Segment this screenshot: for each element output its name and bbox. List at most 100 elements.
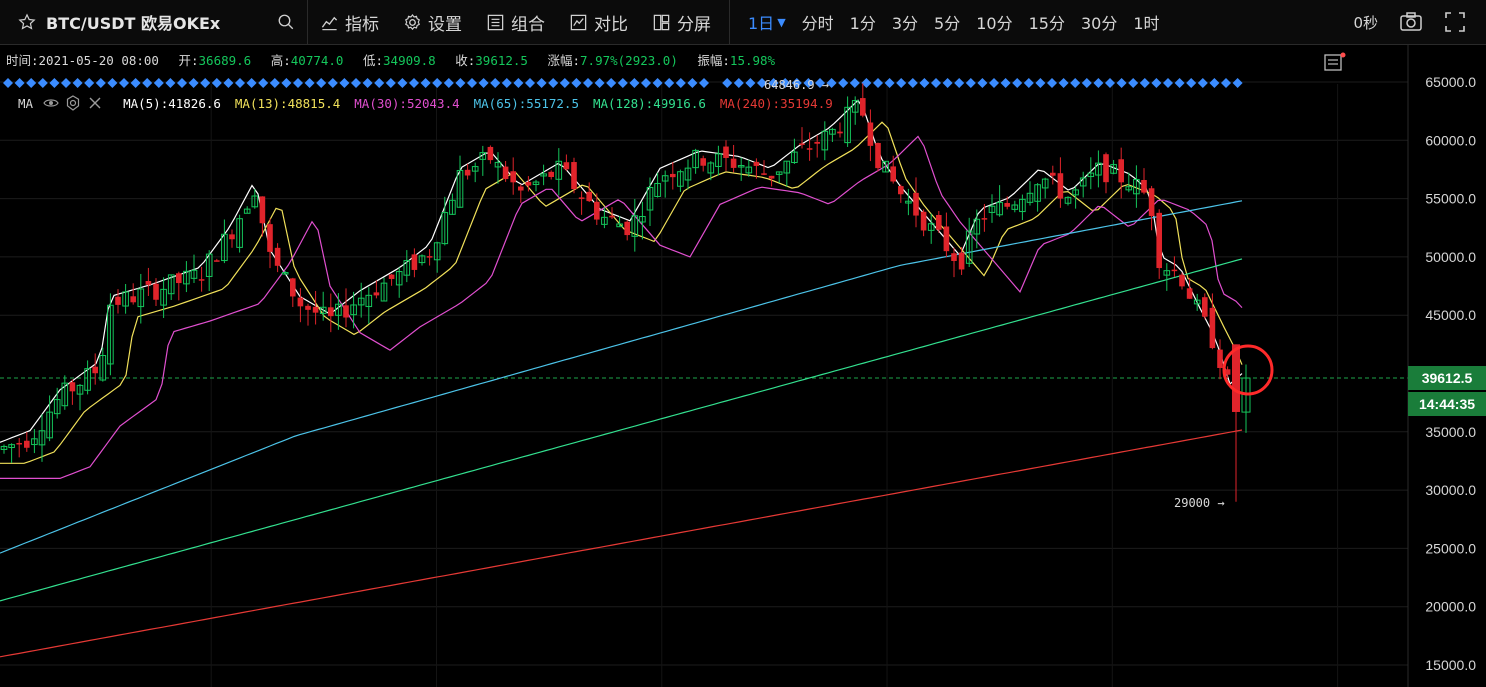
price-axis-label: 55000.0 bbox=[1425, 191, 1476, 207]
timeframe-5m[interactable]: 5分 bbox=[926, 0, 968, 44]
candle-body bbox=[860, 98, 866, 116]
signal-diamond bbox=[1081, 78, 1092, 88]
timeframe-intraday[interactable]: 分时 bbox=[794, 0, 842, 44]
price-axis-label: 45000.0 bbox=[1425, 307, 1476, 323]
candle-body bbox=[426, 256, 433, 258]
signal-diamond bbox=[629, 78, 640, 88]
signal-diamond bbox=[1139, 78, 1150, 88]
signal-diamond bbox=[896, 78, 907, 88]
signal-diamond bbox=[362, 78, 373, 88]
price-axis-label: 15000.0 bbox=[1425, 657, 1476, 673]
signal-markers bbox=[3, 78, 1243, 88]
candle-body bbox=[312, 306, 319, 313]
refresh-countdown: 0秒 bbox=[1353, 13, 1378, 32]
signal-diamond bbox=[1221, 78, 1231, 88]
symbol-name[interactable]: BTC/USDT 欧易OKEx bbox=[46, 10, 277, 34]
signal-diamond bbox=[142, 78, 153, 88]
split-screen-button[interactable]: 分屏 bbox=[640, 0, 723, 44]
candle-body bbox=[951, 253, 957, 261]
compare-icon bbox=[570, 14, 587, 30]
candle-timer-tag: 14:44:35 bbox=[1408, 392, 1486, 417]
search-icon[interactable] bbox=[277, 13, 295, 31]
ma-line-ma65 bbox=[0, 200, 1243, 554]
candle-body bbox=[69, 382, 76, 392]
candle-body bbox=[913, 192, 919, 216]
signal-diamond bbox=[919, 78, 930, 88]
signal-diamond bbox=[838, 78, 849, 88]
signal-diamond bbox=[316, 78, 327, 88]
signal-diamond bbox=[571, 78, 582, 88]
candle-body bbox=[1141, 179, 1147, 193]
timeframe-10m[interactable]: 10分 bbox=[968, 0, 1020, 44]
signal-diamond bbox=[1070, 78, 1081, 88]
signal-diamond bbox=[304, 78, 315, 88]
signal-diamond bbox=[420, 78, 431, 88]
signal-diamond bbox=[107, 78, 118, 88]
timeframe-15m[interactable]: 15分 bbox=[1021, 0, 1073, 44]
candle-body bbox=[297, 297, 304, 307]
signal-diamond bbox=[177, 78, 187, 88]
candle-body bbox=[487, 146, 494, 161]
signal-diamond bbox=[327, 78, 338, 88]
candle-body bbox=[1148, 188, 1155, 216]
candle-body bbox=[875, 142, 881, 169]
candle-body bbox=[981, 218, 988, 220]
signal-diamond bbox=[455, 78, 466, 88]
signal-diamond bbox=[246, 78, 257, 88]
signal-diamond bbox=[501, 78, 512, 88]
signal-diamond bbox=[745, 78, 756, 88]
chevron-down-icon: ▼ bbox=[777, 15, 786, 29]
signal-diamond bbox=[965, 78, 976, 88]
candle-body bbox=[274, 247, 281, 266]
timeframe-30m[interactable]: 30分 bbox=[1073, 0, 1125, 44]
candlestick-chart[interactable]: 65000.0 60000.0 55000.0 50000.0 45000.0 35000… bbox=[0, 44, 1486, 687]
layout-icon bbox=[487, 14, 504, 30]
signal-diamond bbox=[1163, 78, 1173, 88]
candle-body bbox=[761, 173, 767, 175]
compare-button[interactable]: 对比 bbox=[557, 0, 640, 44]
candle-body bbox=[16, 442, 22, 445]
signal-diamond bbox=[281, 78, 292, 88]
signal-diamond bbox=[95, 78, 106, 88]
signal-diamond bbox=[1232, 78, 1243, 88]
candle-body bbox=[145, 281, 152, 285]
indicator-icon bbox=[321, 16, 338, 30]
signal-diamond bbox=[617, 78, 628, 88]
signal-diamond bbox=[1151, 78, 1162, 88]
candle-body bbox=[1209, 307, 1216, 349]
signal-diamond bbox=[652, 78, 663, 88]
candle-body bbox=[1171, 269, 1178, 272]
candle-body bbox=[768, 175, 775, 179]
signal-diamond bbox=[1093, 78, 1104, 88]
timeframe-1d[interactable]: 1日 ▼ bbox=[740, 0, 794, 44]
ma-line-ma13 bbox=[0, 121, 1243, 464]
signal-diamond bbox=[258, 78, 269, 88]
settings-button[interactable]: 设置 bbox=[391, 0, 474, 44]
indicators-button[interactable]: 指标 bbox=[308, 0, 391, 44]
camera-icon[interactable] bbox=[1398, 9, 1424, 35]
candle-body bbox=[525, 181, 532, 186]
star-icon[interactable] bbox=[18, 13, 36, 31]
signal-diamond bbox=[884, 78, 895, 88]
symbol-selector[interactable]: BTC/USDT 欧易OKEx bbox=[0, 0, 308, 44]
candle-body bbox=[1179, 274, 1185, 287]
signal-diamond bbox=[907, 78, 918, 88]
timeframe-1h[interactable]: 1时 bbox=[1125, 0, 1167, 44]
signal-diamond bbox=[223, 78, 234, 88]
signal-diamond bbox=[931, 78, 941, 88]
candle-body bbox=[1156, 212, 1162, 269]
candle-body bbox=[328, 307, 334, 317]
signal-diamond bbox=[119, 78, 129, 88]
signal-diamond bbox=[525, 78, 535, 88]
timeframe-3m[interactable]: 3分 bbox=[884, 0, 926, 44]
signal-diamond bbox=[3, 78, 13, 88]
combo-button[interactable]: 组合 bbox=[474, 0, 557, 44]
candle-body bbox=[1186, 288, 1193, 299]
fullscreen-icon[interactable] bbox=[1442, 9, 1468, 35]
timeframe-1m[interactable]: 1分 bbox=[842, 0, 884, 44]
candle-body bbox=[373, 292, 380, 296]
signal-diamond bbox=[733, 78, 744, 88]
price-axis-label: 20000.0 bbox=[1425, 599, 1476, 615]
candle-body bbox=[890, 166, 896, 182]
signal-diamond bbox=[641, 78, 651, 88]
